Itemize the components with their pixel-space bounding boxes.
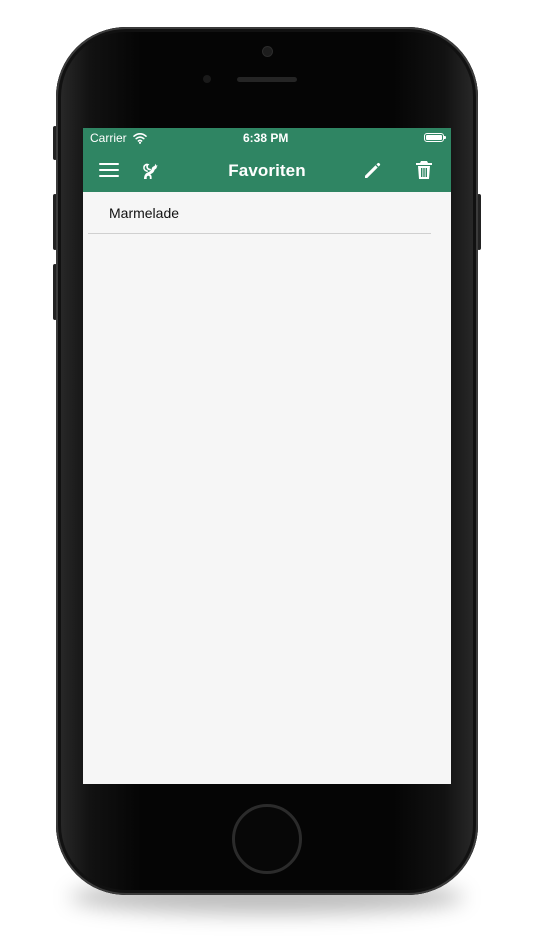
proximity-sensor bbox=[203, 75, 211, 83]
app-screen: Carrier 6:38 PM Favoriten Marmelade bbox=[83, 128, 451, 784]
pencil-icon bbox=[365, 162, 381, 178]
status-time: 6:38 PM bbox=[243, 131, 289, 145]
status-bar: Carrier 6:38 PM bbox=[83, 128, 451, 148]
favorites-list-content: Marmelade bbox=[83, 192, 451, 784]
home-button[interactable] bbox=[232, 804, 302, 874]
carrier-label: Carrier bbox=[90, 131, 127, 145]
front-camera bbox=[263, 47, 272, 56]
delete-button[interactable] bbox=[408, 154, 440, 186]
edit-button[interactable] bbox=[356, 154, 388, 186]
favorites-list: Marmelade bbox=[83, 192, 451, 234]
earpiece-speaker bbox=[237, 77, 297, 82]
top-navigation-bar: Favoriten bbox=[83, 148, 451, 192]
battery-icon bbox=[424, 133, 446, 142]
page-title: Favoriten bbox=[228, 161, 306, 180]
favorite-item-label: Marmelade bbox=[109, 204, 180, 221]
wifi-icon bbox=[133, 133, 147, 144]
trash-icon bbox=[416, 161, 432, 179]
favorite-item-marmelade[interactable]: Marmelade bbox=[88, 192, 431, 234]
